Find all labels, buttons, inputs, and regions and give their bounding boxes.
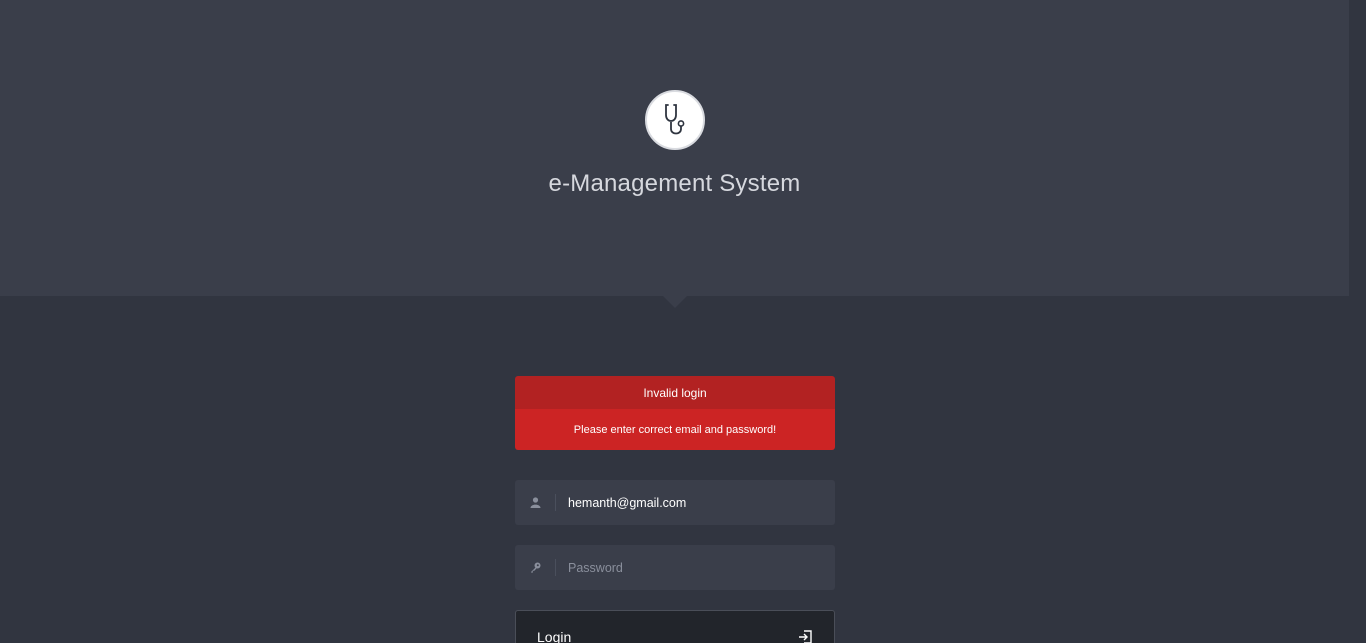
key-icon	[515, 559, 556, 576]
stethoscope-icon	[665, 104, 685, 135]
password-input[interactable]	[556, 545, 835, 590]
app-logo	[645, 90, 705, 150]
email-input[interactable]	[556, 480, 835, 525]
alert-message: Please enter correct email and password!	[515, 409, 835, 450]
login-button[interactable]: Login	[515, 610, 835, 643]
email-field[interactable]	[515, 480, 835, 525]
login-button-label: Login	[537, 629, 572, 643]
sign-in-icon	[798, 630, 812, 643]
alert-heading: Invalid login	[515, 376, 835, 409]
error-alert: Invalid login Please enter correct email…	[515, 376, 835, 450]
header-pointer	[663, 296, 687, 308]
header-banner: e-Management System	[0, 0, 1349, 296]
user-icon	[515, 494, 556, 511]
app-title: e-Management System	[548, 170, 801, 197]
password-field[interactable]	[515, 545, 835, 590]
